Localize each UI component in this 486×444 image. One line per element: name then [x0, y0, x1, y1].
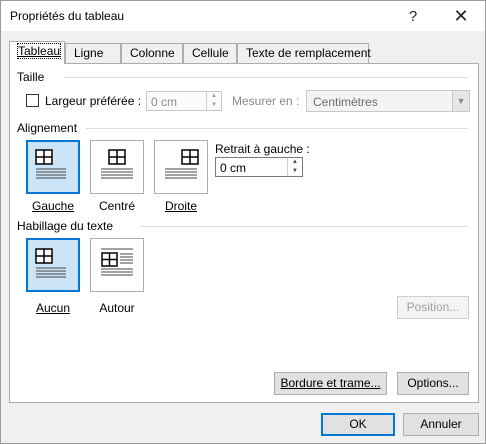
- tab-tableau[interactable]: Tableau: [9, 41, 65, 64]
- help-button[interactable]: ?: [391, 1, 435, 31]
- ok-button[interactable]: OK: [321, 413, 395, 436]
- align-right-caption: Droite: [164, 199, 197, 213]
- align-right-option[interactable]: [154, 140, 208, 194]
- measure-in-label: Mesurer en :: [232, 94, 300, 108]
- indent-left-arrows: ▲ ▼: [287, 158, 302, 176]
- tab-colonne[interactable]: Colonne: [121, 43, 183, 63]
- wrap-none-icon: [35, 248, 66, 278]
- table-align-center-icon: [101, 149, 133, 179]
- cancel-label: Annuler: [420, 417, 462, 431]
- spin-down-icon[interactable]: ▼: [207, 101, 221, 110]
- position-button[interactable]: Position...: [397, 296, 469, 319]
- tab-ligne-label: Ligne: [74, 46, 104, 60]
- tab-ligne[interactable]: Ligne: [65, 43, 121, 63]
- table-align-left-icon: [35, 149, 66, 179]
- measure-in-value: Centimètres: [313, 95, 378, 109]
- tab-texte-de-remplacement[interactable]: Texte de remplacement: [237, 43, 371, 63]
- ok-label: OK: [349, 417, 367, 431]
- section-alignement-heading: Alignement: [17, 121, 78, 135]
- preferred-width-value: 0 cm: [151, 95, 178, 109]
- preferred-width-spinner[interactable]: 0 cm ▲ ▼: [146, 91, 222, 111]
- tab-cellule[interactable]: Cellule: [183, 43, 237, 63]
- align-center-option[interactable]: [90, 140, 144, 194]
- wrap-around-option[interactable]: [90, 238, 144, 292]
- chevron-down-icon: ▼: [452, 91, 469, 111]
- wrap-none-caption: Aucun: [35, 301, 71, 315]
- wrap-around-icon: [101, 248, 133, 276]
- preferred-width-arrows: ▲ ▼: [206, 92, 221, 110]
- options-label: Options...: [407, 376, 459, 390]
- measure-in-select[interactable]: Centimètres ▼: [306, 90, 470, 112]
- tab-texte-de-remplacement-label: Texte de remplacement: [246, 46, 371, 60]
- borders-and-shading-button[interactable]: Bordure et trame...: [274, 372, 387, 395]
- spin-down-icon[interactable]: ▼: [288, 167, 302, 176]
- close-icon: ✕: [453, 5, 469, 26]
- close-button[interactable]: ✕: [439, 1, 483, 31]
- section-habillage-heading: Habillage du texte: [17, 219, 114, 233]
- section-taille-divider: [64, 77, 468, 78]
- tab-tableau-label: Tableau: [16, 43, 62, 59]
- tab-cellule-label: Cellule: [192, 46, 229, 60]
- indent-left-value: 0 cm: [220, 161, 247, 175]
- indent-left-label: Retrait à gauche :: [215, 142, 310, 156]
- help-icon: ?: [408, 7, 418, 25]
- spin-up-icon[interactable]: ▲: [288, 158, 302, 167]
- preferred-width-label: Largeur préférée :: [45, 94, 142, 108]
- section-alignement-divider: [86, 128, 468, 129]
- wrap-around-caption: Autour: [99, 301, 135, 315]
- section-habillage-divider: [140, 226, 468, 227]
- title-bar: Propriétés du tableau ? ✕: [1, 1, 485, 31]
- preferred-width-checkbox[interactable]: [26, 94, 39, 107]
- tab-panel-tableau: Taille Largeur préférée : 0 cm ▲ ▼ Mesur…: [9, 63, 479, 403]
- section-taille-heading: Taille: [17, 70, 45, 84]
- borders-and-shading-label: Bordure et trame...: [280, 376, 381, 390]
- table-properties-dialog: Propriétés du tableau ? ✕ Tableau Ligne …: [0, 0, 486, 444]
- align-left-caption: Gauche: [31, 199, 75, 213]
- options-button[interactable]: Options...: [397, 372, 469, 395]
- align-center-caption: Centré: [98, 199, 136, 213]
- cancel-button[interactable]: Annuler: [403, 413, 479, 436]
- align-left-option[interactable]: [26, 140, 80, 194]
- table-align-right-icon: [165, 149, 199, 179]
- wrap-none-option[interactable]: [26, 238, 80, 292]
- spin-up-icon[interactable]: ▲: [207, 92, 221, 101]
- window-title: Propriétés du tableau: [10, 9, 125, 23]
- tab-colonne-label: Colonne: [130, 46, 175, 60]
- indent-left-spinner[interactable]: 0 cm ▲ ▼: [215, 157, 303, 177]
